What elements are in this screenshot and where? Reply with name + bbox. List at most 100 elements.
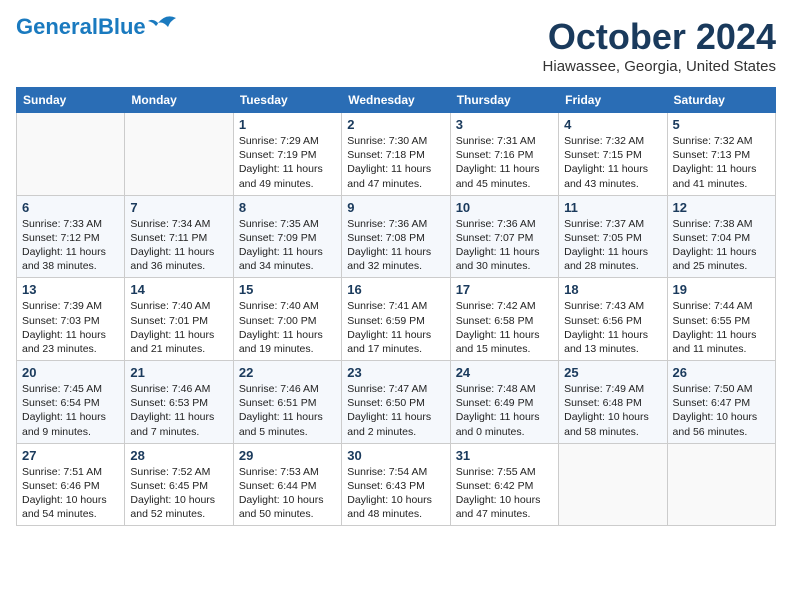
day-info: Sunrise: 7:36 AM Sunset: 7:08 PM Dayligh… [347,217,444,274]
day-number: 8 [239,200,336,215]
calendar-cell: 11 Sunrise: 7:37 AM Sunset: 7:05 PM Dayli… [559,195,667,278]
calendar-cell: 24 Sunrise: 7:48 AM Sunset: 6:49 PM Dayli… [450,361,558,444]
day-number: 29 [239,448,336,463]
weekday-header: Wednesday [342,88,450,113]
day-info: Sunrise: 7:47 AM Sunset: 6:50 PM Dayligh… [347,382,444,439]
day-info: Sunrise: 7:41 AM Sunset: 6:59 PM Dayligh… [347,299,444,356]
calendar-cell: 14 Sunrise: 7:40 AM Sunset: 7:01 PM Dayli… [125,278,233,361]
calendar-cell: 26Sunrise: 7:50 AM Sunset: 6:47 PM Dayli… [667,361,775,444]
day-number: 16 [347,282,444,297]
day-number: 22 [239,365,336,380]
calendar-cell: 27Sunrise: 7:51 AM Sunset: 6:46 PM Dayli… [17,443,125,526]
logo: GeneralBlue [16,16,178,38]
calendar-cell [667,443,775,526]
day-number: 25 [564,365,661,380]
day-number: 2 [347,117,444,132]
page-subtitle: Hiawassee, Georgia, United States [543,58,776,75]
calendar-cell: 20Sunrise: 7:45 AM Sunset: 6:54 PM Dayli… [17,361,125,444]
calendar-cell: 8 Sunrise: 7:35 AM Sunset: 7:09 PM Daylig… [233,195,341,278]
day-number: 12 [673,200,770,215]
calendar-week-row: 13 Sunrise: 7:39 AM Sunset: 7:03 PM Dayli… [17,278,776,361]
calendar-week-row: 1Sunrise: 7:29 AM Sunset: 7:19 PM Daylig… [17,113,776,196]
calendar-week-row: 6Sunrise: 7:33 AM Sunset: 7:12 PM Daylig… [17,195,776,278]
day-number: 14 [130,282,227,297]
day-number: 18 [564,282,661,297]
day-info: Sunrise: 7:36 AM Sunset: 7:07 PM Dayligh… [456,217,553,274]
calendar-cell: 4Sunrise: 7:32 AM Sunset: 7:15 PM Daylig… [559,113,667,196]
calendar-table: SundayMondayTuesdayWednesdayThursdayFrid… [16,87,776,526]
day-info: Sunrise: 7:48 AM Sunset: 6:49 PM Dayligh… [456,382,553,439]
calendar-cell: 25 Sunrise: 7:49 AM Sunset: 6:48 PM Dayli… [559,361,667,444]
day-number: 4 [564,117,661,132]
day-info: Sunrise: 7:30 AM Sunset: 7:18 PM Dayligh… [347,134,444,191]
calendar-cell: 2 Sunrise: 7:30 AM Sunset: 7:18 PM Daylig… [342,113,450,196]
title-block: October 2024 Hiawassee, Georgia, United … [543,16,776,75]
calendar-cell [559,443,667,526]
logo-text: GeneralBlue [16,16,146,38]
day-info: Sunrise: 7:53 AM Sunset: 6:44 PM Dayligh… [239,465,336,522]
day-number: 6 [22,200,119,215]
day-info: Sunrise: 7:39 AM Sunset: 7:03 PM Dayligh… [22,299,119,356]
day-number: 21 [130,365,227,380]
calendar-cell: 17 Sunrise: 7:42 AM Sunset: 6:58 PM Dayli… [450,278,558,361]
day-info: Sunrise: 7:45 AM Sunset: 6:54 PM Dayligh… [22,382,119,439]
calendar-cell: 19 Sunrise: 7:44 AM Sunset: 6:55 PM Dayli… [667,278,775,361]
day-info: Sunrise: 7:40 AM Sunset: 7:00 PM Dayligh… [239,299,336,356]
calendar-cell [125,113,233,196]
calendar-cell: 18 Sunrise: 7:43 AM Sunset: 6:56 PM Dayli… [559,278,667,361]
day-info: Sunrise: 7:37 AM Sunset: 7:05 PM Dayligh… [564,217,661,274]
calendar-cell: 31Sunrise: 7:55 AM Sunset: 6:42 PM Dayli… [450,443,558,526]
calendar-cell: 6Sunrise: 7:33 AM Sunset: 7:12 PM Daylig… [17,195,125,278]
day-info: Sunrise: 7:55 AM Sunset: 6:42 PM Dayligh… [456,465,553,522]
calendar-cell: 23 Sunrise: 7:47 AM Sunset: 6:50 PM Dayli… [342,361,450,444]
day-number: 19 [673,282,770,297]
day-info: Sunrise: 7:42 AM Sunset: 6:58 PM Dayligh… [456,299,553,356]
calendar-cell: 10 Sunrise: 7:36 AM Sunset: 7:07 PM Dayli… [450,195,558,278]
page-header: GeneralBlue October 2024 Hiawassee, Geor… [16,16,776,75]
day-number: 28 [130,448,227,463]
day-info: Sunrise: 7:46 AM Sunset: 6:51 PM Dayligh… [239,382,336,439]
weekday-header: Sunday [17,88,125,113]
day-info: Sunrise: 7:46 AM Sunset: 6:53 PM Dayligh… [130,382,227,439]
day-info: Sunrise: 7:43 AM Sunset: 6:56 PM Dayligh… [564,299,661,356]
calendar-cell: 28Sunrise: 7:52 AM Sunset: 6:45 PM Dayli… [125,443,233,526]
day-number: 30 [347,448,444,463]
calendar-cell: 13 Sunrise: 7:39 AM Sunset: 7:03 PM Dayli… [17,278,125,361]
day-number: 1 [239,117,336,132]
day-info: Sunrise: 7:54 AM Sunset: 6:43 PM Dayligh… [347,465,444,522]
weekday-header: Thursday [450,88,558,113]
calendar-cell: 22 Sunrise: 7:46 AM Sunset: 6:51 PM Dayli… [233,361,341,444]
day-number: 11 [564,200,661,215]
day-info: Sunrise: 7:44 AM Sunset: 6:55 PM Dayligh… [673,299,770,356]
page-title: October 2024 [543,16,776,58]
calendar-week-row: 27Sunrise: 7:51 AM Sunset: 6:46 PM Dayli… [17,443,776,526]
calendar-cell: 7Sunrise: 7:34 AM Sunset: 7:11 PM Daylig… [125,195,233,278]
day-number: 15 [239,282,336,297]
calendar-cell: 16 Sunrise: 7:41 AM Sunset: 6:59 PM Dayli… [342,278,450,361]
weekday-header: Friday [559,88,667,113]
day-number: 3 [456,117,553,132]
day-info: Sunrise: 7:31 AM Sunset: 7:16 PM Dayligh… [456,134,553,191]
day-info: Sunrise: 7:32 AM Sunset: 7:13 PM Dayligh… [673,134,770,191]
weekday-header: Monday [125,88,233,113]
day-number: 13 [22,282,119,297]
day-info: Sunrise: 7:51 AM Sunset: 6:46 PM Dayligh… [22,465,119,522]
day-number: 10 [456,200,553,215]
calendar-cell: 29 Sunrise: 7:53 AM Sunset: 6:44 PM Dayli… [233,443,341,526]
weekday-header: Saturday [667,88,775,113]
calendar-week-row: 20Sunrise: 7:45 AM Sunset: 6:54 PM Dayli… [17,361,776,444]
calendar-cell: 3 Sunrise: 7:31 AM Sunset: 7:16 PM Daylig… [450,113,558,196]
day-info: Sunrise: 7:40 AM Sunset: 7:01 PM Dayligh… [130,299,227,356]
weekday-header: Tuesday [233,88,341,113]
day-number: 23 [347,365,444,380]
day-number: 26 [673,365,770,380]
logo-bird-icon [148,13,178,33]
calendar-cell: 21 Sunrise: 7:46 AM Sunset: 6:53 PM Dayli… [125,361,233,444]
day-number: 5 [673,117,770,132]
day-number: 17 [456,282,553,297]
day-info: Sunrise: 7:49 AM Sunset: 6:48 PM Dayligh… [564,382,661,439]
day-info: Sunrise: 7:35 AM Sunset: 7:09 PM Dayligh… [239,217,336,274]
calendar-cell: 30 Sunrise: 7:54 AM Sunset: 6:43 PM Dayli… [342,443,450,526]
day-number: 24 [456,365,553,380]
calendar-cell: 9Sunrise: 7:36 AM Sunset: 7:08 PM Daylig… [342,195,450,278]
